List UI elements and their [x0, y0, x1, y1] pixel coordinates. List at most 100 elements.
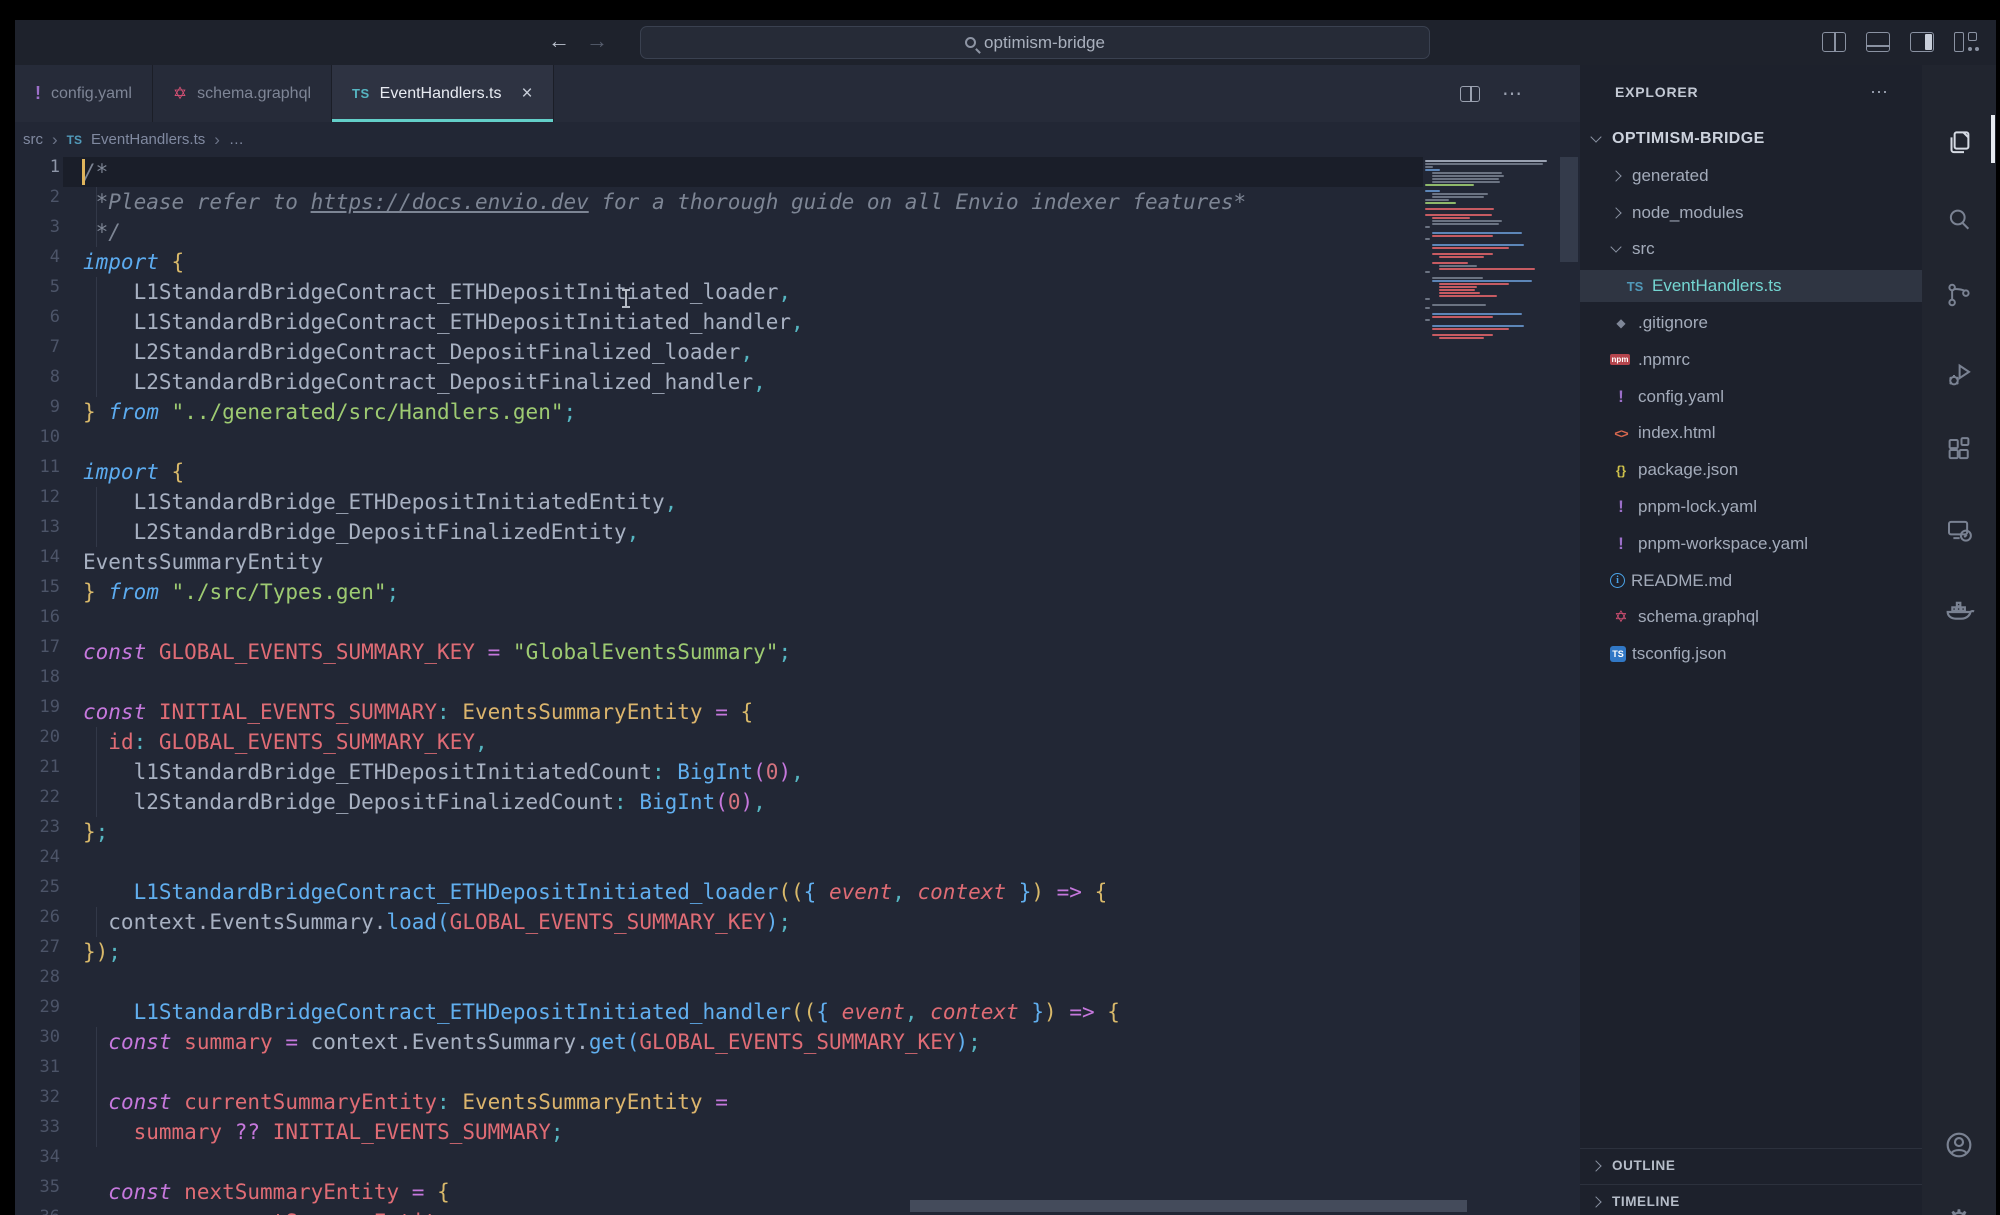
toggle-panel-icon[interactable]	[1866, 32, 1890, 52]
code-line-18[interactable]: 18	[15, 667, 1435, 697]
extensions-icon[interactable]	[1922, 422, 1996, 478]
line-number: 25	[15, 877, 60, 897]
tree-item-package-json[interactable]: {}package.json	[1580, 454, 1922, 486]
line-number: 32	[15, 1087, 60, 1107]
run-debug-icon[interactable]	[1922, 347, 1996, 403]
outline-section[interactable]: OUTLINE	[1580, 1148, 1922, 1182]
indent-guide	[96, 277, 97, 397]
tree-item-label: generated	[1632, 166, 1709, 186]
code-text: EventsSummaryEntity	[83, 547, 323, 577]
tree-item-eventhandlers-ts[interactable]: TSEventHandlers.ts	[1580, 270, 1922, 302]
tree-item-tsconfig-json[interactable]: TStsconfig.json	[1580, 638, 1922, 670]
code-line-13[interactable]: 13 L2StandardBridge_DepositFinalizedEnti…	[15, 517, 1435, 547]
tree-item-pnpm-workspace-yaml[interactable]: !pnpm-workspace.yaml	[1580, 528, 1922, 560]
tree-item-optimism-bridge[interactable]: OPTIMISM-BRIDGE	[1580, 123, 1922, 155]
minimap[interactable]	[1425, 160, 1555, 340]
tree-item-label: src	[1632, 239, 1655, 259]
line-number: 3	[15, 217, 60, 237]
code-line-5[interactable]: 5 L1StandardBridgeContract_ETHDepositIni…	[15, 277, 1435, 307]
line-number: 22	[15, 787, 60, 807]
code-line-31[interactable]: 31	[15, 1057, 1435, 1087]
tree-item-generated[interactable]: generated	[1580, 160, 1922, 192]
code-line-11[interactable]: 11import {	[15, 457, 1435, 487]
docker-icon[interactable]	[1922, 582, 1996, 638]
line-number: 16	[15, 607, 60, 627]
vertical-scrollbar[interactable]	[1560, 157, 1578, 262]
code-text: l2StandardBridge_DepositFinalizedCount: …	[83, 787, 766, 817]
code-line-19[interactable]: 19const INITIAL_EVENTS_SUMMARY: EventsSu…	[15, 697, 1435, 727]
code-line-17[interactable]: 17const GLOBAL_EVENTS_SUMMARY_KEY = "Glo…	[15, 637, 1435, 667]
code-line-29[interactable]: 29 L1StandardBridgeContract_ETHDepositIn…	[15, 997, 1435, 1027]
code-line-24[interactable]: 24	[15, 847, 1435, 877]
tree-item-config-yaml[interactable]: !config.yaml	[1580, 381, 1922, 413]
tree-item-node-modules[interactable]: node_modules	[1580, 197, 1922, 229]
tree-item-pnpm-lock-yaml[interactable]: !pnpm-lock.yaml	[1580, 491, 1922, 523]
code-line-15[interactable]: 15} from "./src/Types.gen";	[15, 577, 1435, 607]
customize-layout-icon[interactable]	[1954, 32, 1978, 52]
timeline-section[interactable]: TIMELINE	[1580, 1184, 1922, 1215]
ts-file-icon: TS	[1624, 279, 1646, 294]
chevron-down-icon	[1590, 131, 1601, 142]
code-line-9[interactable]: 9} from "../generated/src/Handlers.gen";	[15, 397, 1435, 427]
code-line-33[interactable]: 33 summary ?? INITIAL_EVENTS_SUMMARY;	[15, 1117, 1435, 1147]
code-line-7[interactable]: 7 L2StandardBridgeContract_DepositFinali…	[15, 337, 1435, 367]
code-line-32[interactable]: 32 const currentSummaryEntity: EventsSum…	[15, 1087, 1435, 1117]
code-line-3[interactable]: 3 */	[15, 217, 1435, 247]
code-line-25[interactable]: 25 L1StandardBridgeContract_ETHDepositIn…	[15, 877, 1435, 907]
remote-explorer-icon[interactable]	[1922, 502, 1996, 558]
code-text: import {	[83, 247, 184, 277]
code-text: L1StandardBridgeContract_ETHDepositIniti…	[83, 877, 1107, 907]
line-number: 28	[15, 967, 60, 987]
code-line-20[interactable]: 20 id: GLOBAL_EVENTS_SUMMARY_KEY,	[15, 727, 1435, 757]
code-line-30[interactable]: 30 const summary = context.EventsSummary…	[15, 1027, 1435, 1057]
tree-item--npmrc[interactable]: npm.npmrc	[1580, 344, 1922, 376]
horizontal-scrollbar[interactable]	[910, 1200, 1467, 1212]
split-editor-icon[interactable]	[1822, 32, 1846, 52]
code-line-10[interactable]: 10	[15, 427, 1435, 457]
tree-item-src[interactable]: src	[1580, 233, 1922, 265]
tree-item-label: schema.graphql	[1638, 607, 1759, 627]
code-text: } from "./src/Types.gen";	[83, 577, 399, 607]
code-line-2[interactable]: 2 *Please refer to https://docs.envio.de…	[15, 187, 1435, 217]
timeline-label: TIMELINE	[1612, 1194, 1680, 1209]
code-line-21[interactable]: 21 l1StandardBridge_ETHDepositInitiatedC…	[15, 757, 1435, 787]
tree-item-label: OPTIMISM-BRIDGE	[1612, 130, 1765, 148]
code-line-12[interactable]: 12 L1StandardBridge_ETHDepositInitiatedE…	[15, 487, 1435, 517]
code-line-14[interactable]: 14EventsSummaryEntity	[15, 547, 1435, 577]
code-line-27[interactable]: 27});	[15, 937, 1435, 967]
info-file-icon: i	[1610, 573, 1625, 588]
code-line-16[interactable]: 16	[15, 607, 1435, 637]
code-line-28[interactable]: 28	[15, 967, 1435, 997]
code-line-34[interactable]: 34	[15, 1147, 1435, 1177]
tsconf-file-icon: TS	[1610, 646, 1626, 662]
code-line-8[interactable]: 8 L2StandardBridgeContract_DepositFinali…	[15, 367, 1435, 397]
chevron-right-icon	[1590, 1196, 1601, 1207]
line-number: 30	[15, 1027, 60, 1047]
code-line-22[interactable]: 22 l2StandardBridge_DepositFinalizedCoun…	[15, 787, 1435, 817]
code-text: const INITIAL_EVENTS_SUMMARY: EventsSumm…	[83, 697, 753, 727]
line-number: 1	[15, 157, 60, 177]
source-control-icon[interactable]	[1922, 267, 1996, 323]
vscode-window: ← → optimism-bridge ! config.yaml ✡ sche…	[15, 20, 1996, 1215]
code-line-1[interactable]: 1/*	[15, 157, 1435, 187]
settings-gear-icon[interactable]: ⚙	[1922, 1193, 1996, 1215]
code-editor[interactable]: 1/*2 *Please refer to https://docs.envio…	[15, 20, 1580, 1215]
explorer-more-icon[interactable]: ⋯	[1870, 82, 1890, 103]
tree-item--gitignore[interactable]: ◆.gitignore	[1580, 307, 1922, 339]
tree-item-index-html[interactable]: <>index.html	[1580, 417, 1922, 449]
search-icon[interactable]	[1922, 192, 1996, 248]
explorer-icon[interactable]	[1922, 115, 1996, 171]
tree-item-label: pnpm-lock.yaml	[1638, 497, 1757, 517]
code-line-23[interactable]: 23};	[15, 817, 1435, 847]
line-number: 4	[15, 247, 60, 267]
account-icon[interactable]	[1922, 1117, 1996, 1173]
toggle-right-sidebar-icon[interactable]	[1910, 32, 1934, 52]
tree-item-schema-graphql[interactable]: ✡schema.graphql	[1580, 601, 1922, 633]
chevron-right-icon	[1610, 207, 1621, 218]
indent-guide	[96, 727, 97, 817]
code-line-4[interactable]: 4 import {	[15, 247, 1435, 277]
code-line-26[interactable]: 26 context.EventsSummary.load(GLOBAL_EVE…	[15, 907, 1435, 937]
line-number: 24	[15, 847, 60, 867]
tree-item-readme-md[interactable]: iREADME.md	[1580, 565, 1922, 597]
code-line-6[interactable]: 6 L1StandardBridgeContract_ETHDepositIni…	[15, 307, 1435, 337]
